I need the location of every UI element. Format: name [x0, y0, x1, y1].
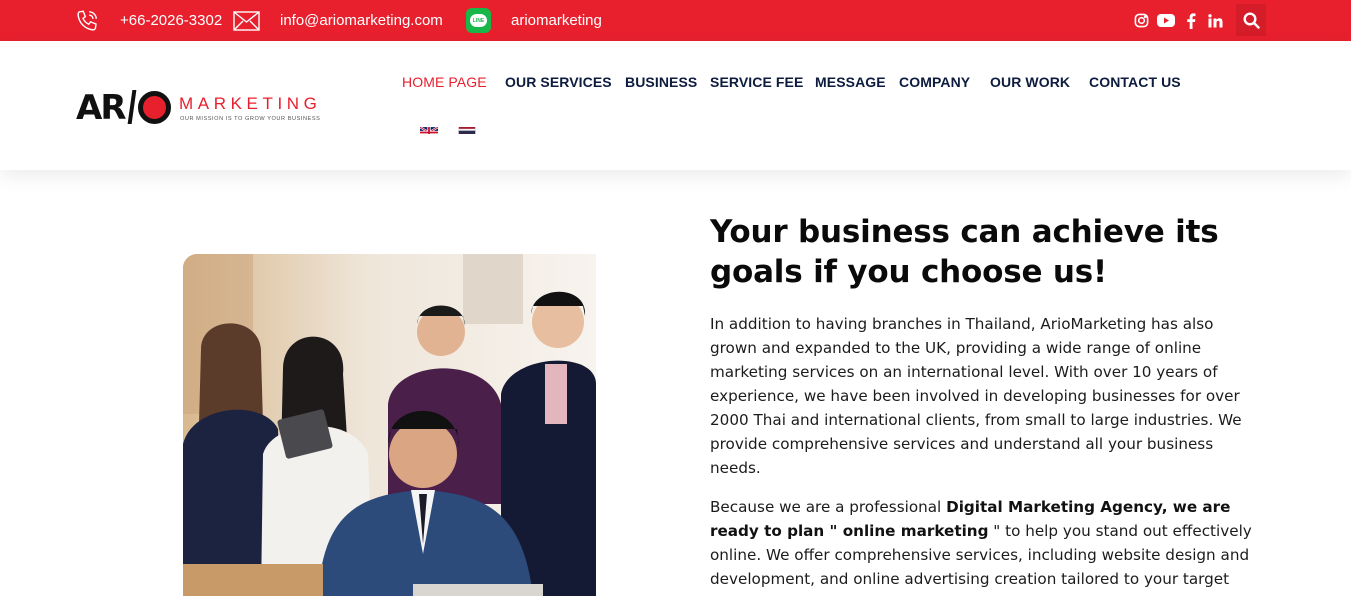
team-photo [183, 254, 596, 596]
email-icon [233, 0, 260, 41]
nav-contact-us[interactable]: CONTACT US [1089, 74, 1181, 90]
nav-company[interactable]: COMPANY [899, 74, 970, 90]
nav-business[interactable]: BUSINESS [625, 74, 697, 90]
instagram-icon[interactable] [1134, 0, 1149, 41]
nav-message[interactable]: MESSAGE [815, 74, 886, 90]
logo-word: MARKETING [179, 94, 322, 113]
logo-mark: AR [76, 88, 126, 128]
hero-heading: Your business can achieve its goals if y… [710, 214, 1219, 290]
email-link[interactable]: info@ariomarketing.com [280, 12, 443, 29]
line-icon[interactable]: LINE [466, 8, 491, 33]
uk-flag-icon[interactable] [420, 123, 438, 134]
nav-home-page[interactable]: HOME PAGE [402, 74, 487, 90]
thai-flag-icon[interactable] [458, 123, 476, 134]
nav-service-fee[interactable]: SERVICE FEE [710, 74, 803, 90]
facebook-icon[interactable] [1186, 0, 1196, 41]
hero-paragraph-2: Because we are a professional Digital Ma… [710, 498, 1252, 588]
search-icon [1242, 11, 1260, 29]
linkedin-icon[interactable] [1208, 0, 1223, 41]
logo-circle [138, 91, 171, 124]
logo-tagline: OUR MISSION IS TO GROW YOUR BUSINESS [180, 116, 321, 122]
youtube-icon[interactable] [1157, 0, 1175, 41]
top-contact-bar: +66-2026-3302 info@ariomarketing.com LIN… [0, 0, 1351, 41]
phone-icon [74, 0, 100, 41]
logo[interactable]: AR MARKETING OUR MISSION IS TO GROW YOUR… [76, 89, 340, 129]
line-id-link[interactable]: ariomarketing [511, 12, 602, 29]
nav-our-services[interactable]: OUR SERVICES [505, 74, 612, 90]
logo-divider [127, 90, 137, 124]
hero-paragraph-1: In addition to having branches in Thaila… [710, 315, 1242, 477]
site-header: AR MARKETING OUR MISSION IS TO GROW YOUR… [0, 41, 1351, 170]
search-button[interactable] [1236, 4, 1266, 36]
nav-our-work[interactable]: OUR WORK [990, 74, 1070, 90]
phone-link[interactable]: +66-2026-3302 [120, 12, 222, 29]
